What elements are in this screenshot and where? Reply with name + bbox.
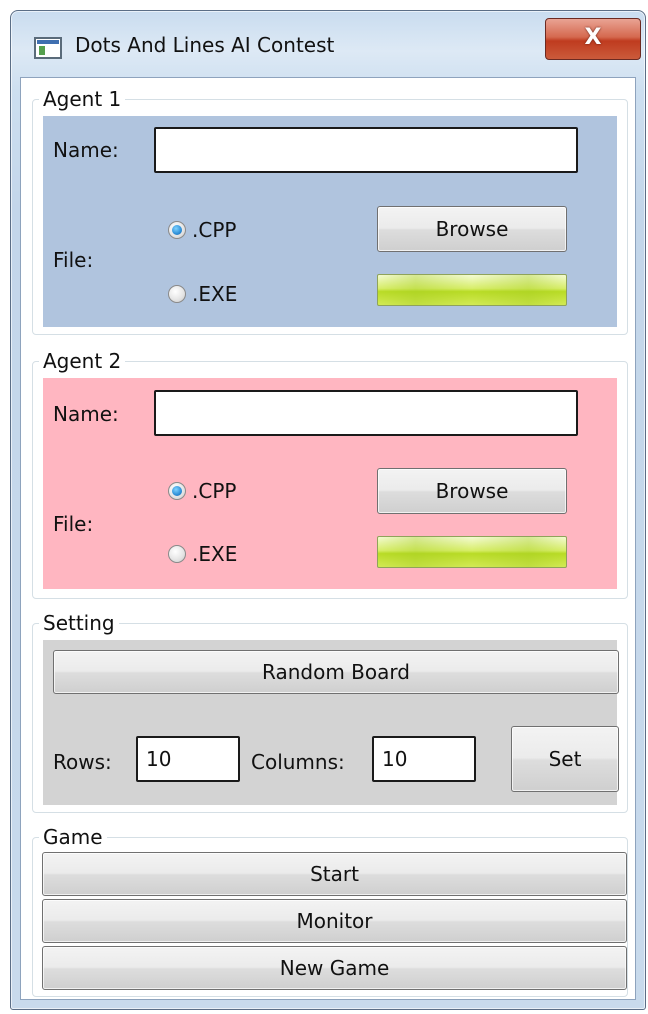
random-board-button[interactable]: Random Board xyxy=(53,650,619,694)
columns-label: Columns: xyxy=(251,750,345,774)
agent1-name-input[interactable] xyxy=(154,127,578,173)
setting-group: Setting Random Board Rows: 10 Columns: 1… xyxy=(32,610,628,813)
agent1-file-label: File: xyxy=(53,248,94,272)
agent2-radio-exe-label: .EXE xyxy=(192,542,238,566)
agent2-progress-bar xyxy=(377,536,567,568)
main-window: Dots And Lines AI Contest X Agent 1 Name… xyxy=(10,10,646,1010)
rows-label: Rows: xyxy=(53,750,112,774)
agent2-header: Agent 2 xyxy=(39,348,126,374)
agent1-radio-cpp[interactable]: .CPP xyxy=(168,218,268,244)
setting-panel: Random Board Rows: 10 Columns: 10 Set xyxy=(43,640,619,805)
agent2-radio-cpp[interactable]: .CPP xyxy=(168,479,268,505)
agent1-progress-fill xyxy=(378,275,566,305)
agent1-header: Agent 1 xyxy=(39,86,126,112)
agent2-panel: Name: File: .CPP .EXE Browse xyxy=(43,378,617,589)
game-header: Game xyxy=(39,824,107,850)
agent1-browse-button[interactable]: Browse xyxy=(377,206,567,252)
agent1-radio-exe[interactable]: .EXE xyxy=(168,282,268,308)
radio-selected-icon xyxy=(168,221,186,239)
agent2-radio-cpp-label: .CPP xyxy=(192,479,237,503)
radio-selected-icon xyxy=(168,482,186,500)
window-title: Dots And Lines AI Contest xyxy=(75,33,335,57)
agent1-panel: Name: File: .CPP .EXE Browse xyxy=(43,116,617,327)
agent1-radio-exe-label: .EXE xyxy=(192,282,238,306)
agent2-radio-exe[interactable]: .EXE xyxy=(168,542,268,568)
start-button[interactable]: Start xyxy=(42,852,627,896)
agent1-group: Agent 1 Name: File: .CPP .EXE Browse xyxy=(32,86,628,335)
set-button[interactable]: Set xyxy=(511,726,619,792)
setting-header: Setting xyxy=(39,610,119,636)
agent2-group: Agent 2 Name: File: .CPP .EXE Browse xyxy=(32,348,628,599)
agent1-radio-cpp-label: .CPP xyxy=(192,218,237,242)
game-group: Game Start Monitor New Game xyxy=(32,824,628,997)
agent2-browse-button[interactable]: Browse xyxy=(377,468,567,514)
app-window-icon xyxy=(34,37,62,59)
client-area: Agent 1 Name: File: .CPP .EXE Browse Age… xyxy=(20,77,636,1000)
new-game-button[interactable]: New Game xyxy=(42,946,627,990)
title-bar[interactable]: Dots And Lines AI Contest X xyxy=(11,11,645,77)
agent2-progress-fill xyxy=(378,537,566,567)
columns-input[interactable]: 10 xyxy=(372,736,476,782)
agent1-name-label: Name: xyxy=(53,138,119,162)
radio-unselected-icon xyxy=(168,285,186,303)
rows-input[interactable]: 10 xyxy=(136,736,240,782)
agent1-progress-bar xyxy=(377,274,567,306)
agent2-file-label: File: xyxy=(53,512,94,536)
monitor-button[interactable]: Monitor xyxy=(42,899,627,943)
agent2-name-input[interactable] xyxy=(154,390,578,436)
agent2-name-label: Name: xyxy=(53,402,119,426)
radio-unselected-icon xyxy=(168,545,186,563)
close-button[interactable]: X xyxy=(545,18,641,60)
